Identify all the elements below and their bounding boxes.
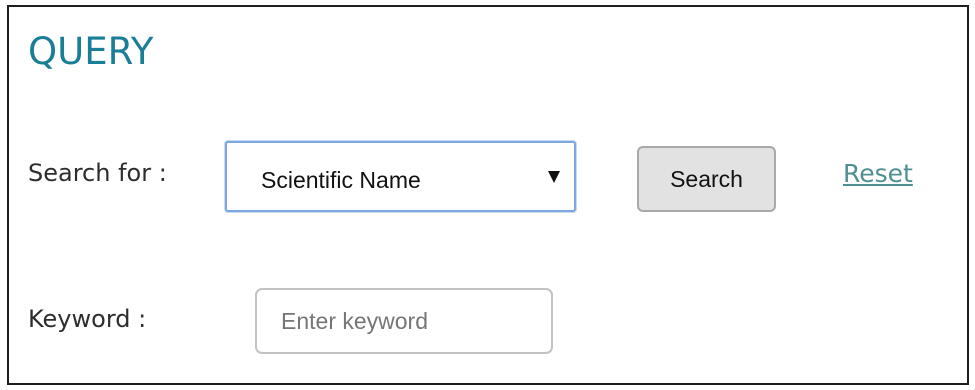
query-panel: QUERY Search for : Scientific Name Searc… [7,5,969,385]
keyword-input[interactable] [255,288,553,354]
reset-link[interactable]: Reset [843,161,913,186]
caret-down-icon [548,171,560,183]
search-for-label: Search for : [28,159,167,187]
search-button[interactable]: Search [637,146,776,212]
search-for-selected-value: Scientific Name [261,167,421,193]
page-title: QUERY [28,30,154,73]
search-for-select[interactable]: Scientific Name [225,141,576,212]
keyword-label: Keyword : [28,305,147,333]
